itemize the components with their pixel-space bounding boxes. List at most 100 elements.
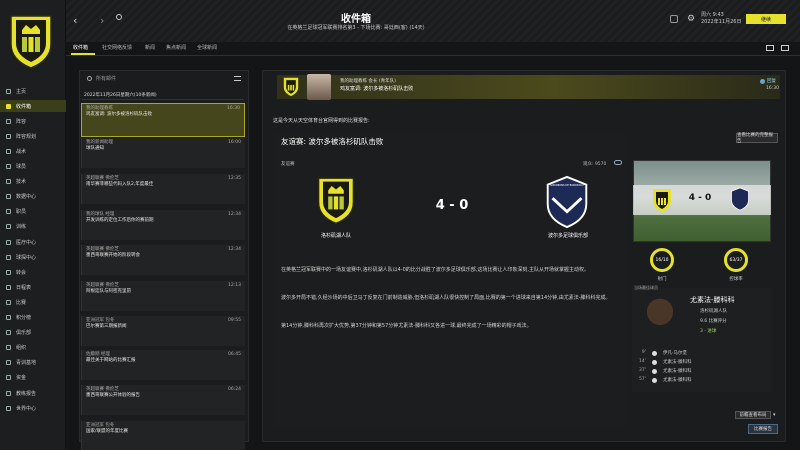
message-time: 06:45 (228, 352, 241, 357)
ball-icon (652, 351, 657, 356)
group-divider (82, 99, 244, 100)
goal-minute: 9' (641, 350, 646, 355)
sidebar-item[interactable]: 医疗中心 (0, 236, 66, 248)
message-subject: 巴尔赛第三期报新闻 (86, 324, 127, 329)
sidebar-item[interactable]: 技术 (0, 176, 66, 188)
player-photo (640, 295, 680, 343)
sidebar-item[interactable]: 转会 (0, 266, 66, 278)
report-intro: 这是今天从天空体育台官网得到的比赛报告: (273, 118, 370, 124)
sidebar-item[interactable]: 战术 (0, 145, 66, 157)
match-report-button[interactable]: 比赛报告 (748, 424, 778, 434)
sidebar-item-label: 训练 (16, 224, 27, 231)
inbox-message[interactable]: 我的新闻助理 16:00 球队通知 (81, 138, 245, 168)
inbox-message[interactable]: 佐藤刚 经理 06:45 最佳关于网站的比赛汇报 (81, 350, 245, 380)
gear-icon[interactable]: ⚙ (687, 14, 695, 24)
player-name[interactable]: 尤素法-滕科科 (690, 295, 735, 305)
message-time: 16:30 (227, 106, 240, 111)
sidebar-item[interactable]: 青训基地 (0, 357, 66, 369)
report-paragraph-2: 波尔多开局不错,久经沙场的中后卫马丁反复在门前制造威胁,但洛杉矶湖人队很快控制了… (281, 295, 611, 301)
squad-icon (6, 118, 11, 124)
tab-spotlight-news[interactable]: 焦点新闻 (166, 44, 186, 51)
inbox-message[interactable]: 英超联赛 佛伦芝 12:34 墨西哥联赛开始的阶段转会 (81, 245, 245, 275)
sidebar-item-label: 日程表 (16, 284, 32, 291)
tactics-icon (6, 148, 11, 154)
sidebar-item-label: 俱乐部 (16, 330, 32, 337)
sidebar-item[interactable]: 日程表 (0, 281, 66, 293)
sender-avatar (307, 74, 331, 100)
forward-button[interactable]: › (100, 14, 104, 27)
list-options-icon[interactable] (234, 76, 241, 81)
sidebar-item[interactable]: 教练报告 (0, 387, 66, 399)
inbox-message[interactable]: 亚洲冠军 包冬 国家/联盟的年度比赛 (81, 421, 245, 450)
message-time: 16:30 (766, 86, 779, 91)
possession-label: 控球率 (729, 277, 743, 282)
transfer-icon (6, 269, 11, 275)
monitor-icon[interactable] (766, 45, 774, 51)
sidebar-item[interactable]: 球探中心 (0, 251, 66, 263)
back-button[interactable]: ‹ (73, 14, 77, 27)
report-icon (6, 390, 11, 396)
tab-inbox[interactable]: 收件箱 (73, 44, 88, 51)
sidebar-item[interactable]: 资金 (0, 372, 66, 384)
sidebar-item[interactable]: 比赛 (0, 296, 66, 308)
sidebar-item[interactable]: 组织 (0, 342, 66, 354)
sidebar-item[interactable]: 阵容规划 (0, 130, 66, 142)
message-time: 16:00 (228, 140, 241, 145)
shots-ring: 16/10 (650, 248, 674, 272)
message-subject: 最佳关于网站的比赛汇报 (86, 358, 136, 363)
sidebar-item-label: 球探中心 (16, 254, 37, 261)
player-goals-badge: 3 - 进球 (700, 329, 717, 334)
tab-global-news[interactable]: 全球新闻 (197, 44, 217, 51)
ball-icon (652, 360, 657, 365)
inbox-message[interactable]: 我的球队 经理 12:34 开发训练的定位工作后你的赛前期 (81, 210, 245, 240)
reply-button[interactable]: 回复 (760, 78, 776, 84)
inbox-message[interactable]: 英超联赛 佛伦芝 12:13 阿根廷队与阿密克里昂 (81, 281, 245, 311)
sidebar-item[interactable]: 俱乐部 (0, 327, 66, 339)
message-subject: 墨西哥联赛开始的阶段转会 (86, 253, 140, 258)
planner-icon (6, 133, 11, 139)
sidebar-item[interactable]: 主页 (0, 85, 66, 97)
message-subject: 南华赛菲哪些代码入队2,年度最佳 (86, 182, 154, 187)
sidebar-item[interactable]: 积分榜 (0, 312, 66, 324)
sidebar-item-label: 组织 (16, 345, 27, 352)
staff-icon (6, 209, 11, 215)
sidebar-item[interactable]: 收件箱 (0, 100, 66, 113)
inbox-message[interactable]: 英超联赛 佛伦芝 06:24 墨西哥联赛公开体验的报告 (81, 385, 245, 415)
away-team-name: 波尔多足球俱乐部 (547, 233, 588, 239)
tab-news[interactable]: 新闻 (145, 44, 155, 51)
inbox-search-input[interactable]: 所有邮件 (96, 75, 116, 82)
home-team-name: 洛杉矶湖人队 (320, 233, 351, 239)
message-subject: 阿根廷队与阿密克里昂 (86, 289, 131, 294)
page-subtitle: 在英格兰足球冠军联赛排名第3 - 下场比赛: 哥廷西(客) (14天) (287, 25, 425, 31)
goal-row: 37' 尤素法-滕科科 (636, 368, 692, 374)
sidebar-item-label: 战术 (16, 148, 27, 155)
layout-icon[interactable] (781, 45, 789, 51)
sidebar-item[interactable]: 阵容 (0, 115, 66, 127)
message-time: 12:35 (228, 176, 241, 181)
inbox-message[interactable]: 亚洲冠军 包冬 09:55 巴尔赛第三期报新闻 (81, 316, 245, 346)
search-icon (87, 76, 92, 81)
inbox-message[interactable]: 英超联赛 佛伦芝 12:35 南华赛菲哪些代码入队2,年度最佳 (81, 174, 245, 204)
inbox-group-label: 2022年11月26日星期六(10条新闻) (84, 93, 157, 98)
sidebar-item[interactable]: 数据中心 (0, 191, 66, 203)
finance-icon (6, 375, 11, 381)
sidebar-item[interactable]: 职员 (0, 206, 66, 218)
layout-dropdown[interactable]: 前瞻查看布局 (735, 411, 771, 419)
message-time: 12:34 (228, 247, 241, 252)
goal-scorer: 尤素法-滕科科 (663, 369, 692, 374)
sidebar-item[interactable]: 球员 (0, 161, 66, 173)
goal-row: 14' 尤素法-滕科科 (636, 359, 692, 365)
ball-icon (652, 378, 657, 383)
sidebar-item[interactable]: 世界中心 (0, 402, 66, 414)
shots-label: 射门 (657, 277, 667, 282)
thumb-score: 4 - 0 (688, 193, 712, 203)
data-icon (6, 194, 11, 200)
sidebar-item-label: 积分榜 (16, 315, 32, 321)
search-icon[interactable] (116, 14, 122, 20)
tab-social-feedback[interactable]: 社交网络反馈 (102, 44, 132, 51)
continue-button[interactable]: 继续 (746, 14, 786, 24)
view-full-report-button[interactable]: 查看比赛的完整报告 (736, 133, 778, 144)
sidebar-item-label: 收件箱 (16, 103, 32, 110)
inbox-message[interactable]: 我的助理教练 16:30 鸡友富调: 波尔多被洛杉矶队击败 (81, 103, 245, 137)
sidebar-item[interactable]: 训练 (0, 221, 66, 233)
